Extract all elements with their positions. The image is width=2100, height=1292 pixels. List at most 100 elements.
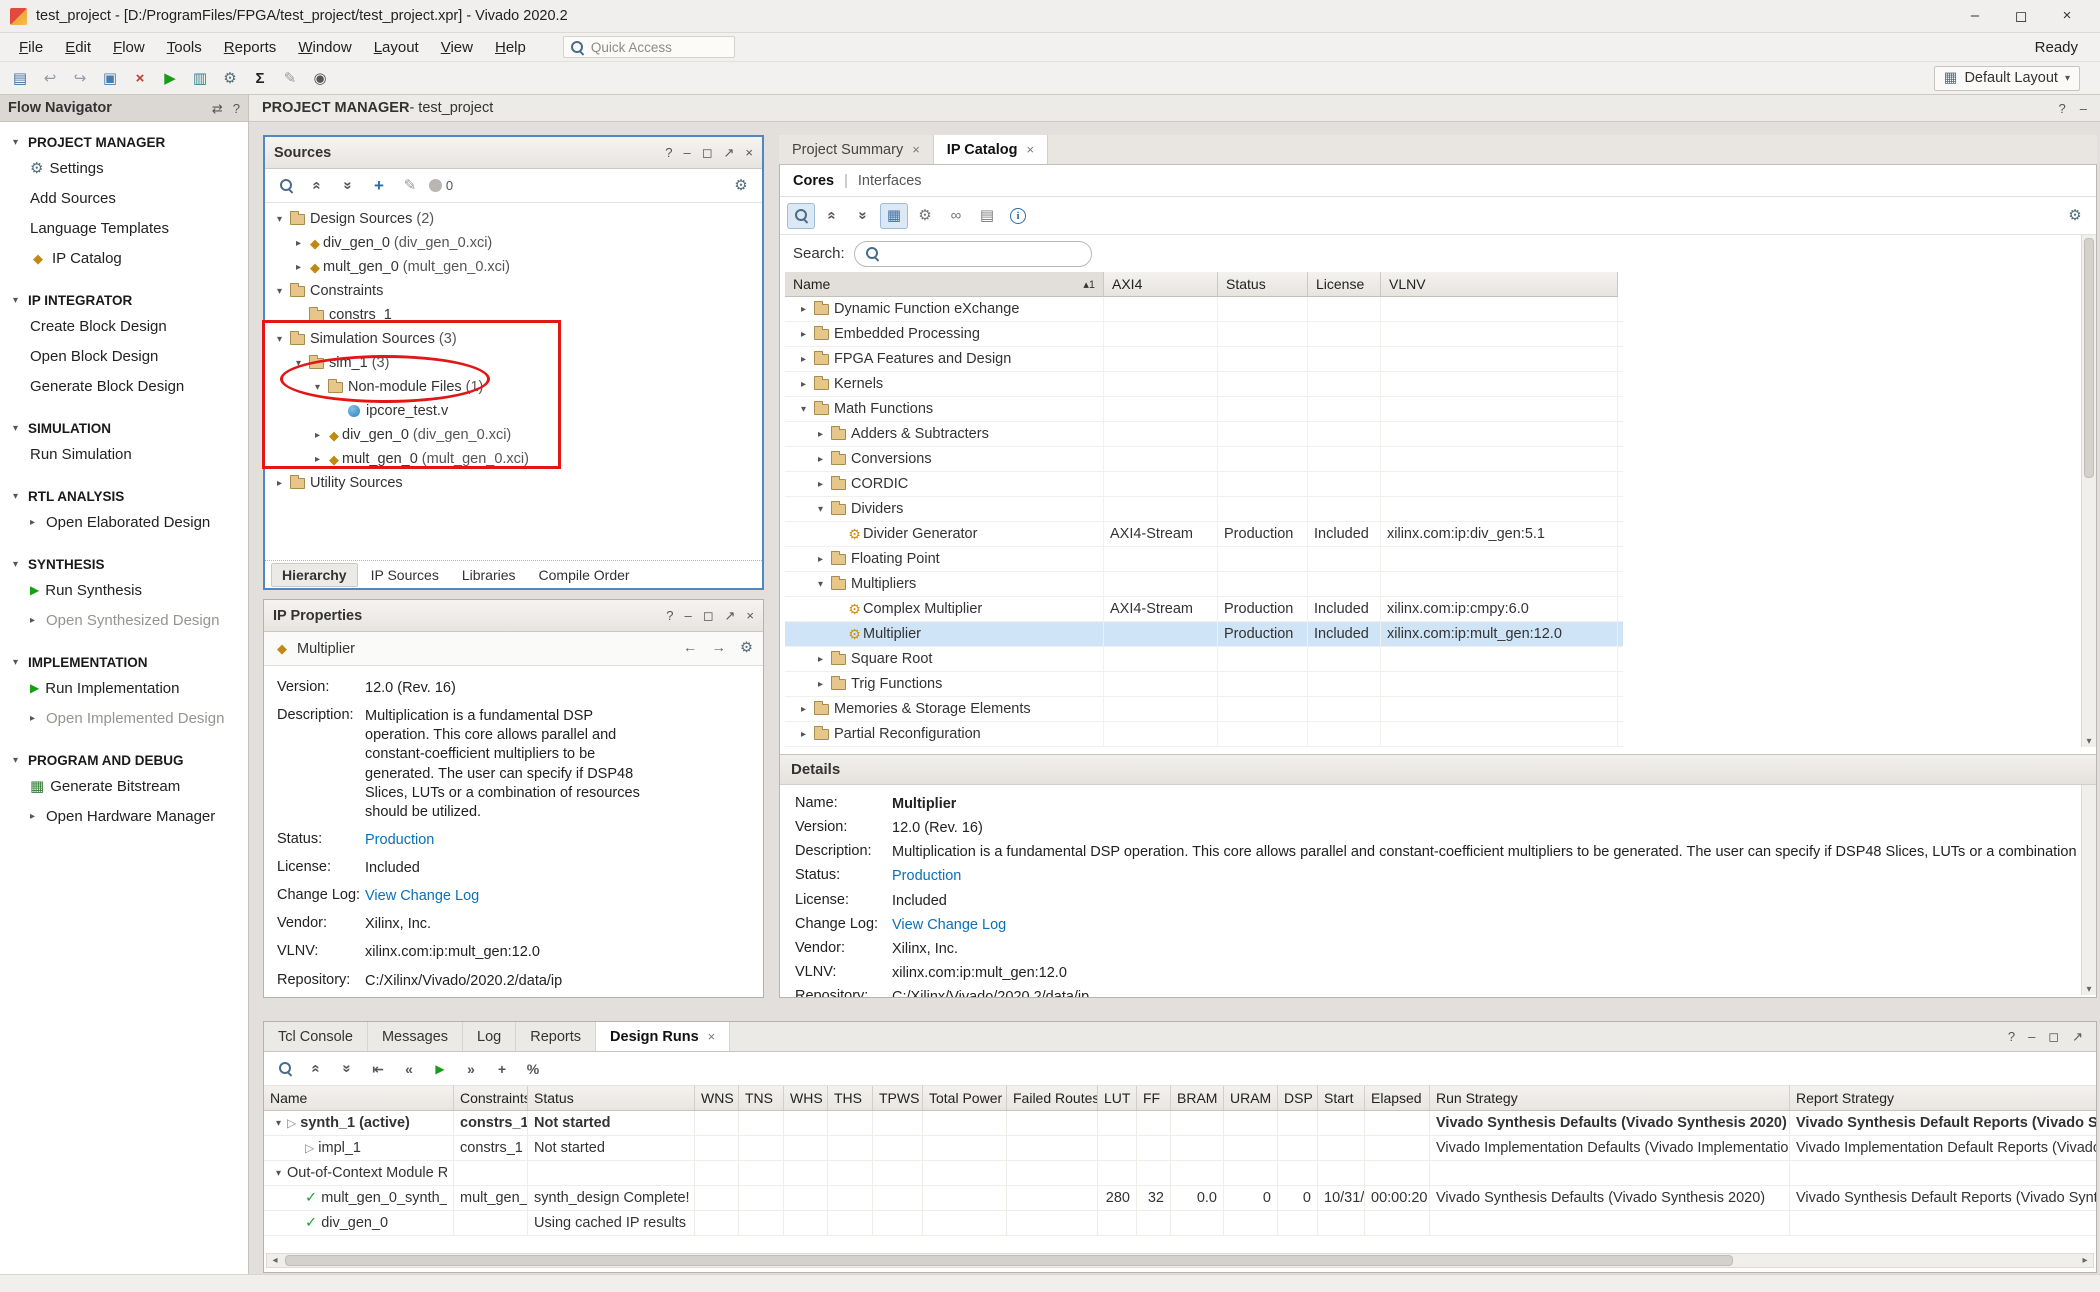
expand-arrow-icon[interactable]: ▸ <box>812 554 829 565</box>
expand-arrow-icon[interactable]: ▸ <box>290 238 307 249</box>
flownav-section-header-ip-integrator[interactable]: ▾IP INTEGRATOR <box>0 290 248 311</box>
column-header-run-strategy[interactable]: Run Strategy <box>1430 1086 1790 1110</box>
collapse-arrow-icon[interactable]: ▾ <box>271 334 288 345</box>
close-button[interactable]: × <box>746 608 754 624</box>
tab-project-summary[interactable]: Project Summary× <box>779 135 934 164</box>
layout-selector[interactable]: ▦ Default Layout ▾ <box>1934 66 2080 91</box>
expand-arrow-icon[interactable]: ▸ <box>290 262 307 273</box>
collapse-arrow-icon[interactable]: ▾ <box>270 1168 287 1179</box>
scrollbar-thumb[interactable] <box>2084 238 2094 478</box>
menu-flow[interactable]: Flow <box>102 39 156 56</box>
ip-catalog-row[interactable]: ▸Kernels <box>785 372 1623 397</box>
menu-tools[interactable]: Tools <box>156 39 213 56</box>
design-run-row[interactable]: ▾Out-of-Context Module Runs <box>264 1161 2096 1186</box>
flownav-item-add-sources[interactable]: Add Sources <box>0 183 248 213</box>
collapse-arrow-icon[interactable]: ▾ <box>270 1118 287 1129</box>
add-sources-button[interactable]: + <box>365 173 393 199</box>
ip-catalog-row[interactable]: ▸CORDIC <box>785 472 1623 497</box>
source-tree-item[interactable]: ipcore_test.v <box>265 399 762 423</box>
flownav-section-header-rtl-analysis[interactable]: ▾RTL ANALYSIS <box>0 486 248 507</box>
quick-access-search[interactable]: Quick Access <box>563 36 735 58</box>
column-header-axi4[interactable]: AXI4 <box>1104 272 1218 297</box>
design-run-row[interactable]: ✓ div_gen_0Using cached IP results <box>264 1211 2096 1236</box>
collapse-arrow-icon[interactable]: ▾ <box>7 423 24 434</box>
undo-button[interactable]: ↩ <box>36 65 64 91</box>
run-button[interactable]: ▶ <box>156 65 184 91</box>
ip-search-input[interactable] <box>854 241 1092 267</box>
source-tree-item[interactable]: ▾Non-module Files(1) <box>265 375 762 399</box>
ip-catalog-row[interactable]: ▸Embedded Processing <box>785 322 1623 347</box>
ip-catalog-row[interactable]: ▾Math Functions <box>785 397 1623 422</box>
vertical-scrollbar[interactable]: ▾ <box>2081 785 2096 995</box>
design-run-row[interactable]: ▾▷ synth_1 (active)constrs_1Not startedV… <box>264 1111 2096 1136</box>
collapse-arrow-icon[interactable]: ▾ <box>7 295 24 306</box>
close-button[interactable]: × <box>745 145 753 161</box>
flownav-item-ip-catalog[interactable]: ◆IP Catalog <box>0 243 248 273</box>
menu-layout[interactable]: Layout <box>363 39 430 56</box>
switch-icon[interactable]: ⇄ <box>212 102 223 115</box>
property-value[interactable]: View Change Log <box>365 887 479 906</box>
menu-edit[interactable]: Edit <box>54 39 102 56</box>
column-header-dsp[interactable]: DSP <box>1278 1086 1318 1110</box>
expand-arrow-icon[interactable]: ▸ <box>795 354 812 365</box>
column-header-name[interactable]: Name▴1 <box>785 272 1104 297</box>
flownav-item-run-simulation[interactable]: Run Simulation <box>0 439 248 469</box>
collapse-arrow-icon[interactable]: ▾ <box>812 579 829 590</box>
flownav-item-run-synthesis[interactable]: ▶Run Synthesis <box>0 575 248 605</box>
collapse-arrow-icon[interactable]: ▾ <box>271 214 288 225</box>
source-tree-item[interactable]: ▸Utility Sources <box>265 471 762 495</box>
flownav-item-create-block-design[interactable]: Create Block Design <box>0 311 248 341</box>
menu-file[interactable]: File <box>8 39 54 56</box>
property-value[interactable]: View Change Log <box>892 916 1006 935</box>
maximize-button[interactable]: ◻ <box>703 608 714 624</box>
close-button[interactable]: × <box>2044 7 2090 25</box>
collapse-all-button[interactable]: « <box>303 173 331 199</box>
ip-catalog-row[interactable]: ▸Dynamic Function eXchange <box>785 297 1623 322</box>
source-tree-item[interactable]: ▸◆mult_gen_0(mult_gen_0.xci) <box>265 255 762 279</box>
tab-design-runs[interactable]: Design Runs× <box>596 1022 730 1051</box>
expand-arrow-icon[interactable]: ▸ <box>795 729 812 740</box>
maximize-button[interactable]: ◻ <box>702 145 713 161</box>
subtab-interfaces[interactable]: Interfaces <box>858 173 922 189</box>
report-button[interactable]: ▥ <box>186 65 214 91</box>
column-header-report-strategy[interactable]: Report Strategy <box>1790 1086 2097 1110</box>
float-button[interactable]: ↗ <box>725 608 736 624</box>
expand-arrow-icon[interactable]: ▸ <box>812 429 829 440</box>
column-header-uram[interactable]: URAM <box>1224 1086 1278 1110</box>
info-button[interactable]: i <box>1004 203 1032 229</box>
tab-messages[interactable]: Messages <box>368 1022 463 1051</box>
taxonomy-button[interactable]: ▦ <box>880 203 908 229</box>
play-button[interactable]: ▶ <box>426 1056 454 1082</box>
settings-button[interactable]: ⚙ <box>740 641 753 656</box>
column-header-tns[interactable]: TNS <box>739 1086 784 1110</box>
flownav-item-generate-block-design[interactable]: Generate Block Design <box>0 371 248 401</box>
column-header-bram[interactable]: BRAM <box>1171 1086 1224 1110</box>
search-button[interactable] <box>271 1056 299 1082</box>
menu-help[interactable]: Help <box>484 39 537 56</box>
column-header-vlnv[interactable]: VLNV <box>1381 272 1618 297</box>
flownav-item-generate-bitstream[interactable]: ▦Generate Bitstream <box>0 771 248 801</box>
ip-catalog-row[interactable]: ▸Conversions <box>785 447 1623 472</box>
collapse-arrow-icon[interactable]: ▾ <box>309 382 326 393</box>
collapse-arrow-icon[interactable]: ▾ <box>290 358 307 369</box>
column-header-constraints[interactable]: Constraints <box>454 1086 528 1110</box>
collapse-arrow-icon[interactable]: ▾ <box>795 404 812 415</box>
flownav-section-header-project-manager[interactable]: ▾PROJECT MANAGER <box>0 132 248 153</box>
flownav-item-settings[interactable]: ⚙Settings <box>0 153 248 183</box>
expand-all-button[interactable]: » <box>334 173 362 199</box>
collapse-arrow-icon[interactable]: ▾ <box>7 755 24 766</box>
percentage-button[interactable]: % <box>519 1056 547 1082</box>
ip-catalog-row[interactable]: ▸Partial Reconfiguration <box>785 722 1623 747</box>
flownav-item-open-hardware-manager[interactable]: ▸Open Hardware Manager <box>0 801 248 831</box>
expand-arrow-icon[interactable]: ▸ <box>795 379 812 390</box>
collapse-all-button[interactable]: « <box>818 203 846 229</box>
source-tree-item[interactable]: ▸◆mult_gen_0(mult_gen_0.xci) <box>265 447 762 471</box>
delete-button[interactable]: × <box>126 65 154 91</box>
help-button[interactable]: ? <box>2059 101 2066 116</box>
column-header-status[interactable]: Status <box>528 1086 695 1110</box>
maximize-button[interactable]: ◻ <box>1998 7 2044 25</box>
close-icon[interactable]: × <box>1026 142 1034 157</box>
column-header-name[interactable]: Name <box>264 1086 454 1110</box>
column-header-failed-routes[interactable]: Failed Routes <box>1007 1086 1098 1110</box>
close-icon[interactable]: × <box>912 142 920 157</box>
